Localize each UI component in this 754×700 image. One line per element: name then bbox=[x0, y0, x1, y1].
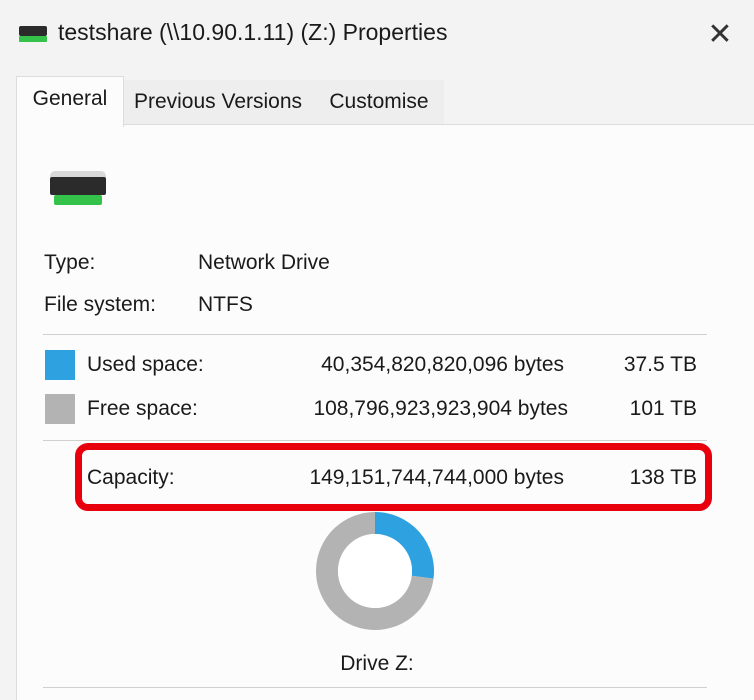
tab-customise[interactable]: Customise bbox=[314, 80, 444, 125]
used-space-swatch bbox=[45, 350, 75, 380]
free-space-bytes: 108,796,923,923,904 bytes bbox=[313, 397, 568, 420]
network-drive-icon bbox=[19, 26, 47, 42]
title-bar: testshare (\\10.90.1.11) (Z:) Properties… bbox=[0, 0, 754, 70]
free-space-swatch bbox=[45, 394, 75, 424]
divider bbox=[43, 687, 707, 688]
capacity-highlight-box bbox=[75, 443, 712, 511]
divider bbox=[43, 440, 707, 441]
close-button[interactable]: ✕ bbox=[690, 8, 750, 60]
used-space-label: Used space: bbox=[87, 353, 204, 376]
type-label: Type: bbox=[44, 251, 96, 274]
type-value: Network Drive bbox=[198, 251, 330, 274]
window-title: testshare (\\10.90.1.11) (Z:) Properties bbox=[58, 19, 448, 45]
free-space-size: 101 TB bbox=[629, 397, 697, 420]
tab-general[interactable]: General bbox=[16, 76, 124, 127]
tab-previous-versions[interactable]: Previous Versions bbox=[122, 80, 314, 125]
network-drive-icon bbox=[50, 171, 106, 205]
file-system-value: NTFS bbox=[198, 293, 253, 316]
used-space-size: 37.5 TB bbox=[623, 353, 697, 376]
free-space-label: Free space: bbox=[87, 397, 198, 420]
drive-caption: Drive Z: bbox=[340, 652, 414, 675]
disk-usage-donut bbox=[316, 512, 434, 630]
used-space-bytes: 40,354,820,820,096 bytes bbox=[321, 353, 564, 376]
divider bbox=[43, 334, 707, 335]
donut-hole bbox=[338, 534, 412, 608]
close-icon: ✕ bbox=[707, 17, 733, 51]
properties-window: testshare (\\10.90.1.11) (Z:) Properties… bbox=[0, 0, 754, 700]
file-system-label: File system: bbox=[44, 293, 157, 316]
